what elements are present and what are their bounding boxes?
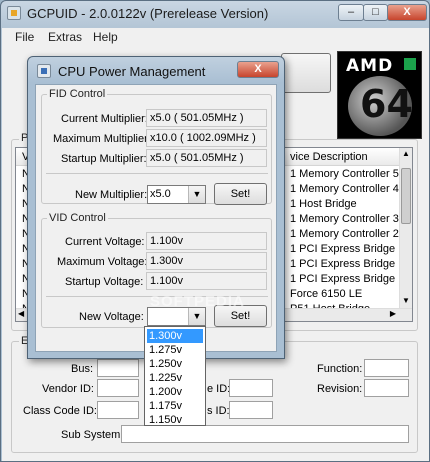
new-multiplier-label: New Multiplier: <box>75 189 148 201</box>
startup-multiplier-label: Startup Multiplier: <box>61 153 147 165</box>
device-row-description[interactable]: 1 Memory Controller 5 <box>290 168 399 183</box>
app-icon <box>7 6 21 20</box>
menu-file[interactable]: File <box>15 30 34 44</box>
cpu-power-dialog: CPU Power Management X FID Control Curre… <box>27 56 285 359</box>
scroll-up-icon[interactable]: ▲ <box>401 149 411 160</box>
startup-voltage-label: Startup Voltage: <box>65 276 144 288</box>
device-id-field <box>229 379 273 397</box>
column-header-description[interactable]: vice Description <box>290 151 368 163</box>
amd64-logo: AMD 64 <box>337 51 422 139</box>
startup-multiplier-value: x5.0 ( 501.05MHz ) <box>146 149 267 167</box>
new-voltage-label: New Voltage: <box>79 311 144 323</box>
set-multiplier-button[interactable]: Set! <box>214 183 267 205</box>
voltage-option[interactable]: 1.175v <box>147 399 203 413</box>
current-multiplier-value: x5.0 ( 501.05MHz ) <box>146 109 267 127</box>
logo-64-emblem: 64 <box>348 76 413 136</box>
device-list-vscrollbar[interactable]: ▲ ▼ <box>399 148 412 308</box>
current-voltage-value: 1.100v <box>146 232 267 250</box>
vendor-id-field <box>97 379 139 397</box>
current-multiplier-label: Current Multiplier: <box>61 113 148 125</box>
class-code-field <box>97 401 139 419</box>
menu-bar: File Extras Help <box>2 28 429 46</box>
scroll-thumb[interactable] <box>401 168 411 224</box>
revision-field <box>364 379 409 397</box>
scroll-right-icon[interactable]: ▶ <box>390 309 396 318</box>
scroll-left-icon[interactable]: ◀ <box>18 309 24 318</box>
device-row-description[interactable]: 1 PCI Express Bridge <box>290 258 395 273</box>
new-multiplier-value: x5.0 <box>150 188 171 200</box>
subsystem-field <box>121 425 409 443</box>
bus-field <box>97 359 139 377</box>
device-row-description[interactable]: 1 Memory Controller 2 <box>290 228 399 243</box>
device-row-description[interactable]: 1 Memory Controller 4 <box>290 183 399 198</box>
function-field <box>364 359 409 377</box>
new-multiplier-select[interactable]: x5.0 ▼ <box>147 185 206 204</box>
function-label: Function: <box>317 363 363 375</box>
fid-divider <box>46 173 268 174</box>
voltage-option[interactable]: 1.300v <box>147 329 203 343</box>
dialog-title: CPU Power Management <box>58 64 206 79</box>
revision-label: Revision: <box>317 383 363 395</box>
vid-group-label: VID Control <box>47 212 108 224</box>
menu-extras[interactable]: Extras <box>48 30 82 44</box>
device-id-label: e ID: <box>207 383 231 395</box>
maximum-multiplier-value: x10.0 ( 1002.09MHz ) <box>146 129 267 147</box>
device-row-description[interactable]: 1 Memory Controller 3 <box>290 213 399 228</box>
dialog-client: FID Control Current Multiplier: x5.0 ( 5… <box>35 84 277 352</box>
main-toolbar-button[interactable] <box>281 53 331 93</box>
startup-voltage-value: 1.100v <box>146 272 267 290</box>
close-button[interactable]: X <box>387 4 427 21</box>
watermark: SOFTPEDIA <box>150 293 245 310</box>
maximum-voltage-value: 1.300v <box>146 252 267 270</box>
chevron-down-icon[interactable]: ▼ <box>188 308 205 325</box>
device-row-description[interactable]: 1 Host Bridge <box>290 198 357 213</box>
current-voltage-label: Current Voltage: <box>65 236 145 248</box>
voltage-option[interactable]: 1.275v <box>147 343 203 357</box>
voltage-option[interactable]: 1.250v <box>147 357 203 371</box>
window-title: GCPUID - 2.0.0122v (Prerelease Version) <box>27 6 269 21</box>
subclass-id-field <box>229 401 273 419</box>
bus-label: Bus: <box>71 363 94 375</box>
maximum-voltage-label: Maximum Voltage: <box>57 256 148 268</box>
dialog-close-button[interactable]: X <box>237 61 279 78</box>
logo-brand: AMD <box>346 56 394 76</box>
maximize-button[interactable]: □ <box>363 4 388 21</box>
voltage-option[interactable]: 1.200v <box>147 385 203 399</box>
device-row-description[interactable]: 1 PCI Express Bridge <box>290 273 395 288</box>
voltage-option[interactable]: 1.225v <box>147 371 203 385</box>
fid-group-label: FID Control <box>47 88 108 100</box>
class-code-label: Class Code ID: <box>23 405 97 417</box>
device-row-description[interactable]: Force 6150 LE <box>290 288 362 303</box>
logo-mark: 64 <box>360 82 413 126</box>
dialog-icon <box>37 64 51 78</box>
device-row-description[interactable]: 1 PCI Express Bridge <box>290 243 395 258</box>
subclass-id-label: s ID: <box>207 405 230 417</box>
voltage-option[interactable]: 1.150v <box>147 413 203 427</box>
scroll-down-icon[interactable]: ▼ <box>401 296 411 307</box>
amd-arrow-icon <box>404 58 416 70</box>
voltage-dropdown-list[interactable]: 1.300v 1.275v 1.250v 1.225v 1.200v 1.175… <box>144 326 206 426</box>
maximum-multiplier-label: Maximum Multiplier: <box>53 133 151 145</box>
subsystem-label: Sub System <box>61 429 121 441</box>
vendor-id-label: Vendor ID: <box>42 383 94 395</box>
menu-help[interactable]: Help <box>93 30 118 44</box>
minimize-button[interactable]: – <box>338 4 364 21</box>
chevron-down-icon[interactable]: ▼ <box>188 186 205 203</box>
